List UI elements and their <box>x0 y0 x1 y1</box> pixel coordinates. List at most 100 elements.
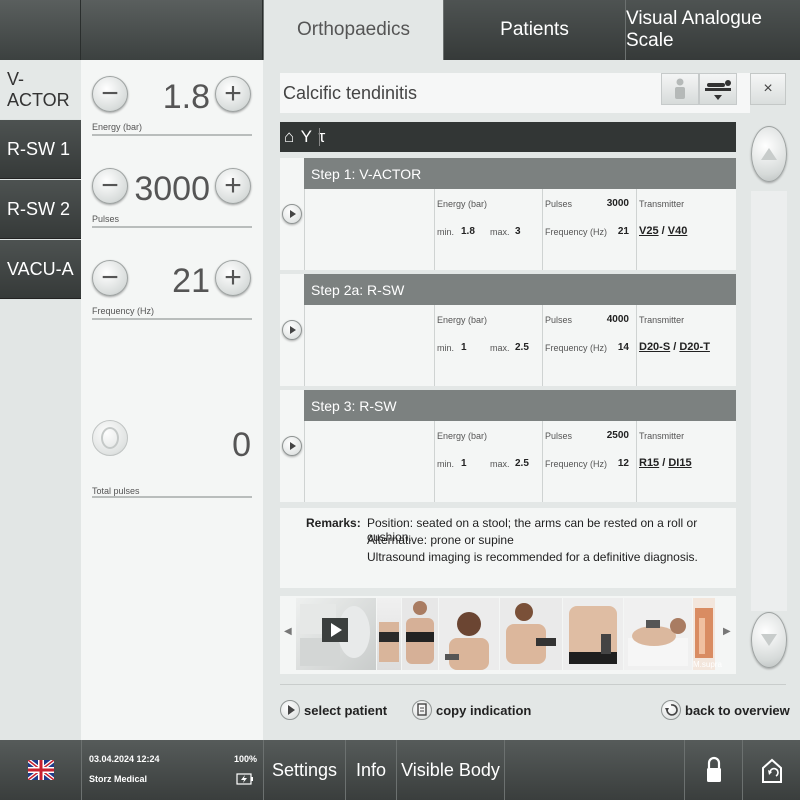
mode-tab-v-actor[interactable]: V-ACTOR <box>0 60 81 119</box>
transmitter-link[interactable]: D20-T <box>679 341 710 353</box>
divider <box>92 134 252 136</box>
energy-column-label: Energy (bar) <box>437 315 488 325</box>
energy-max-value: 3 <box>515 226 521 237</box>
pulses-value: 3000 <box>134 170 210 208</box>
frequency-column-label: Frequency (Hz) <box>545 343 608 353</box>
divider <box>280 684 786 685</box>
copy-indication-button[interactable]: copy indication <box>412 700 531 720</box>
transmitter-values: R15 / DI15 <box>639 457 692 469</box>
patient-photo <box>506 603 556 664</box>
lying-patient-icon <box>705 80 731 100</box>
status-bar-spacer <box>504 740 684 800</box>
language-button[interactable] <box>0 740 81 800</box>
minus-icon: − <box>101 169 119 202</box>
mode-tab-r-sw-2[interactable]: R-SW 2 <box>0 180 81 239</box>
select-patient-button[interactable]: select patient <box>280 700 387 720</box>
pulses-value: 2500 <box>606 430 629 441</box>
pulses-increase-button[interactable]: + <box>215 168 251 204</box>
tab-orthopaedics[interactable]: Orthopaedics <box>263 0 443 60</box>
chevron-down-icon <box>761 634 777 646</box>
gallery-thumbnail[interactable]: M.supra <box>693 598 722 670</box>
pulses-value: 4000 <box>606 314 629 325</box>
gallery-thumbnail[interactable] <box>402 598 438 670</box>
transmitter-link[interactable]: R15 <box>639 457 659 469</box>
tab-patients[interactable]: Patients <box>443 0 625 60</box>
visible-body-button[interactable]: Visible Body <box>396 740 504 800</box>
patient-photo <box>628 618 688 666</box>
date-time: 03.04.2024 12:24 <box>89 754 160 764</box>
transmitter-cell: Transmitter D20-S / D20-T <box>636 305 736 386</box>
back-to-overview-button[interactable]: back to overview <box>661 700 790 720</box>
gallery-thumbnail[interactable] <box>624 598 692 670</box>
frequency-column-label: Frequency (Hz) <box>545 227 608 237</box>
parameter-panel: − 1.8 + Energy (bar) − 3000 + Pulses − 2… <box>81 60 263 740</box>
transmitter-link[interactable]: DI15 <box>668 457 691 469</box>
start-step-button[interactable] <box>282 436 302 456</box>
remarks-box: Remarks: Position: seated on a stool; th… <box>280 508 736 588</box>
pulses-value: 3000 <box>606 198 629 209</box>
minus-icon: − <box>101 261 119 294</box>
energy-decrease-button[interactable]: − <box>92 76 128 112</box>
minus-icon: − <box>101 77 119 110</box>
pulses-decrease-button[interactable]: − <box>92 168 128 204</box>
tab-visual-analogue-scale[interactable]: Visual Analogue Scale <box>625 0 800 60</box>
energy-column-label: Energy (bar) <box>437 199 488 209</box>
step-card: Step 1: V-ACTOR Energy (bar) min. 1.8 ma… <box>280 158 736 270</box>
pulses-column-label: Pulses <box>545 431 573 441</box>
plus-icon: + <box>224 77 242 110</box>
start-step-button[interactable] <box>282 320 302 340</box>
home-button[interactable] <box>742 740 800 800</box>
patient-photo <box>406 601 434 664</box>
frequency-decrease-button[interactable]: − <box>92 260 128 296</box>
frequency-value: 21 <box>172 262 210 300</box>
transmitter-link[interactable]: V40 <box>668 225 688 237</box>
frequency-parameter: − 21 + Frequency (Hz) <box>92 244 252 324</box>
lock-button[interactable] <box>684 740 742 800</box>
reset-total-pulses-button[interactable] <box>92 420 128 456</box>
settings-button[interactable]: Settings <box>263 740 345 800</box>
close-button[interactable]: × <box>750 73 786 105</box>
start-step-button[interactable] <box>282 204 302 224</box>
home-icon <box>761 758 782 783</box>
energy-cell: Energy (bar) min. 1 max. 2.5 <box>434 305 542 386</box>
energy-increase-button[interactable]: + <box>215 76 251 112</box>
step-notes-cell <box>304 189 434 270</box>
lock-icon <box>706 756 721 782</box>
gallery-thumbnail[interactable] <box>500 598 562 670</box>
gallery-thumbnail[interactable] <box>563 598 623 670</box>
patient-position-button[interactable] <box>661 73 699 105</box>
transmitter-link[interactable]: D20-S <box>639 341 670 353</box>
back-arrow-icon <box>661 700 681 720</box>
gallery-right-arrow[interactable]: ▶ <box>723 626 731 637</box>
transmitter-link[interactable]: V25 <box>639 225 659 237</box>
info-button[interactable]: Info <box>345 740 396 800</box>
frequency-increase-button[interactable]: + <box>215 260 251 296</box>
energy-parameter: − 1.8 + Energy (bar) <box>92 60 252 140</box>
gallery-thumbnail[interactable] <box>377 598 401 670</box>
energy-min-value: 1 <box>461 458 467 469</box>
gallery-thumbnail-video[interactable] <box>296 598 376 670</box>
step-card: Step 3: R-SW Energy (bar) min. 1 max. 2.… <box>280 390 736 502</box>
patient-photo <box>445 612 489 670</box>
gallery-thumbnail[interactable] <box>439 598 499 670</box>
reset-icon <box>101 427 119 449</box>
mode-tab-r-sw-1[interactable]: R-SW 1 <box>0 120 81 179</box>
remarks-line: Alternative: prone or supine <box>367 533 514 547</box>
person-icon <box>675 78 685 99</box>
scroll-down-button[interactable] <box>751 612 787 668</box>
patient-lying-button[interactable] <box>699 73 737 105</box>
max-label: max. <box>490 343 510 353</box>
transmitter-cell: Transmitter R15 / DI15 <box>636 421 736 502</box>
step-title: Step 3: R-SW <box>304 390 736 421</box>
scroll-up-button[interactable] <box>751 126 787 182</box>
gallery-left-arrow[interactable]: ◀ <box>284 626 292 637</box>
copy-icon <box>412 700 432 720</box>
min-label: min. <box>437 227 455 237</box>
total-pulses-label: Total pulses <box>92 486 140 496</box>
indication-toolbar: ⌂ Y τ <box>280 122 736 152</box>
mode-tab-vacu-a[interactable]: VACU-A <box>0 240 81 299</box>
top-blank-left <box>0 0 81 60</box>
company-name: Storz Medical <box>89 774 148 784</box>
patient-photo <box>379 622 399 662</box>
chevron-up-icon <box>761 148 777 160</box>
